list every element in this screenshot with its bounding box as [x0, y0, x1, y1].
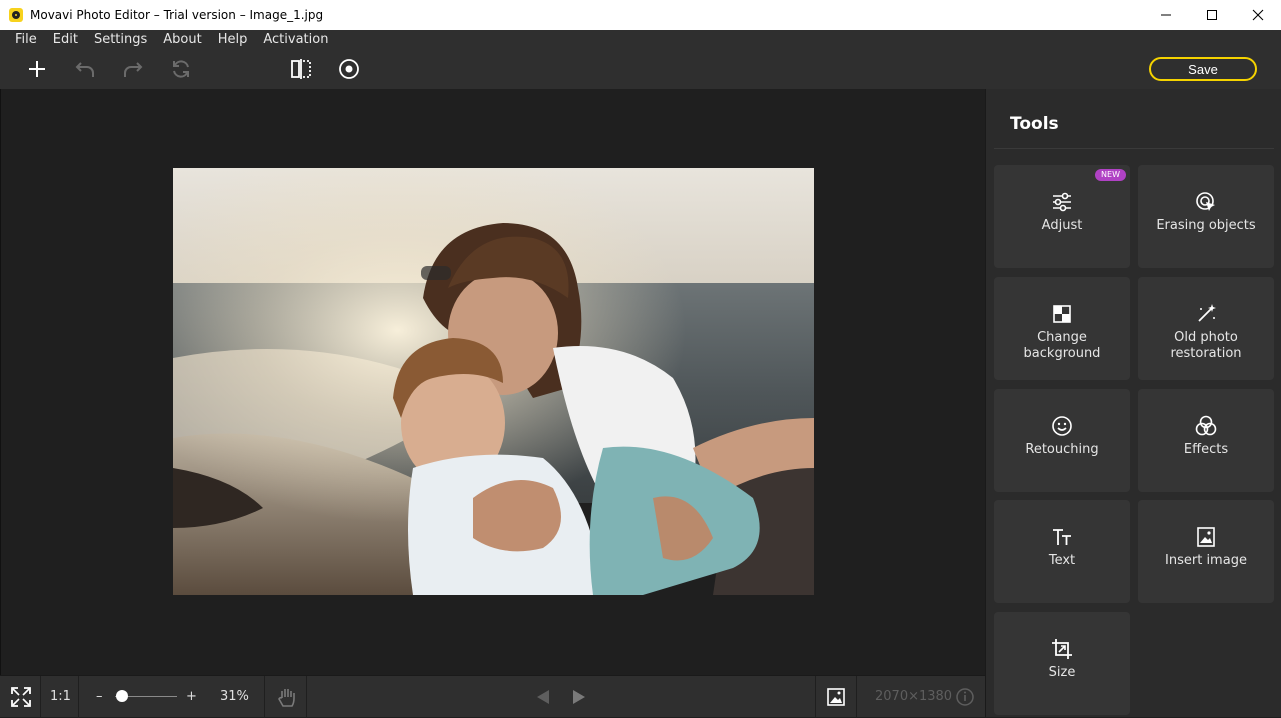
- edited-photo[interactable]: [173, 168, 814, 595]
- fullscreen-button[interactable]: [9, 685, 33, 709]
- previous-image-button[interactable]: [531, 685, 555, 709]
- tool-insert-image-label: Insert image: [1165, 553, 1247, 568]
- compare-button[interactable]: [289, 57, 313, 81]
- tools-title: Tools: [1010, 114, 1059, 134]
- reset-button[interactable]: [169, 57, 193, 81]
- undo-button[interactable]: [73, 57, 97, 81]
- tool-effects-label: Effects: [1183, 442, 1229, 457]
- tools-panel: Tools NEW Adjust Erasing objects Change …: [985, 89, 1281, 717]
- actual-size-button[interactable]: 1:1: [50, 689, 71, 704]
- tools-divider: [994, 148, 1274, 149]
- toolbar: Save: [0, 49, 1281, 89]
- zoom-out-button[interactable]: –: [96, 689, 103, 704]
- tool-adjust-label: Adjust: [1041, 218, 1083, 233]
- magic-wand-icon: [1194, 302, 1218, 326]
- tool-change-background-label: Change background: [1023, 330, 1101, 361]
- triangle-left-icon: [537, 690, 549, 704]
- preview-button[interactable]: [337, 57, 361, 81]
- tool-size-label: Size: [1048, 665, 1076, 680]
- menu-activation[interactable]: Activation: [255, 30, 336, 49]
- adjust-sliders-icon: [1050, 190, 1074, 214]
- next-image-button[interactable]: [567, 685, 591, 709]
- tool-insert-image[interactable]: Insert image: [1138, 500, 1274, 603]
- tool-retouching[interactable]: Retouching: [994, 389, 1130, 492]
- redo-button[interactable]: [121, 57, 145, 81]
- image-info-button[interactable]: [824, 685, 848, 709]
- hand-tool-button[interactable]: [275, 685, 299, 709]
- preview-eye-icon: [339, 59, 359, 79]
- tool-adjust[interactable]: NEW Adjust: [994, 165, 1130, 268]
- tool-old-photo-restoration-label: Old photo restoration: [1170, 330, 1242, 361]
- tool-erasing-objects-label: Erasing objects: [1156, 218, 1256, 233]
- tool-text-label: Text: [1048, 553, 1076, 568]
- tool-old-photo-restoration[interactable]: Old photo restoration: [1138, 277, 1274, 380]
- tool-change-background[interactable]: Change background: [994, 277, 1130, 380]
- reset-icon: [173, 60, 189, 78]
- new-badge: NEW: [1095, 169, 1126, 181]
- maximize-icon: [1207, 10, 1217, 20]
- menu-file[interactable]: File: [0, 30, 45, 49]
- menu-edit[interactable]: Edit: [45, 30, 86, 49]
- status-divider: [40, 676, 41, 718]
- minimize-icon: [1161, 14, 1171, 16]
- tool-size[interactable]: Size: [994, 612, 1130, 715]
- save-button[interactable]: Save: [1149, 57, 1257, 81]
- close-button[interactable]: [1235, 0, 1281, 30]
- text-tt-icon: [1050, 525, 1074, 549]
- tool-effects[interactable]: Effects: [1138, 389, 1274, 492]
- redo-icon: [124, 62, 143, 77]
- effects-circles-icon: [1194, 414, 1218, 438]
- status-divider: [264, 676, 265, 718]
- tool-text[interactable]: Text: [994, 500, 1130, 603]
- crop-resize-icon: [1050, 637, 1074, 661]
- image-thumbnail-icon: [827, 688, 845, 706]
- tool-erasing-objects[interactable]: Erasing objects: [1138, 165, 1274, 268]
- info-button[interactable]: [953, 685, 977, 709]
- menu-help[interactable]: Help: [210, 30, 256, 49]
- plus-icon: [29, 61, 45, 77]
- zoom-slider-thumb[interactable]: [116, 690, 128, 702]
- menu-settings[interactable]: Settings: [86, 30, 155, 49]
- status-divider: [815, 676, 816, 718]
- close-icon: [1252, 9, 1264, 21]
- status-divider: [306, 676, 307, 718]
- compare-icon: [291, 59, 311, 79]
- info-icon: [956, 688, 974, 706]
- zoom-percent: 31%: [220, 689, 249, 704]
- status-divider: [78, 676, 79, 718]
- background-checker-icon: [1050, 302, 1074, 326]
- photo-image: [173, 168, 814, 595]
- maximize-button[interactable]: [1189, 0, 1235, 30]
- window-title: Movavi Photo Editor – Trial version – Im…: [30, 8, 324, 22]
- triangle-right-icon: [573, 690, 585, 704]
- smiley-icon: [1050, 414, 1074, 438]
- menu-about[interactable]: About: [155, 30, 209, 49]
- title-bar: Movavi Photo Editor – Trial version – Im…: [0, 0, 1281, 30]
- canvas-area[interactable]: [0, 89, 985, 675]
- fullscreen-icon: [11, 687, 31, 707]
- erase-cursor-icon: [1194, 190, 1218, 214]
- tool-retouching-label: Retouching: [1025, 442, 1099, 457]
- image-dimensions: 2070×1380: [875, 689, 953, 704]
- minimize-button[interactable]: [1143, 0, 1189, 30]
- menu-bar: File Edit Settings About Help Activation: [0, 30, 1281, 49]
- movavi-app-icon: [9, 8, 23, 22]
- status-bar: 1:1 – + 31% 2070×1380: [0, 675, 985, 718]
- insert-image-icon: [1194, 525, 1218, 549]
- zoom-in-button[interactable]: +: [186, 689, 197, 704]
- undo-icon: [75, 62, 94, 77]
- open-file-button[interactable]: [25, 57, 49, 81]
- status-divider: [856, 676, 857, 718]
- hand-icon: [278, 689, 295, 707]
